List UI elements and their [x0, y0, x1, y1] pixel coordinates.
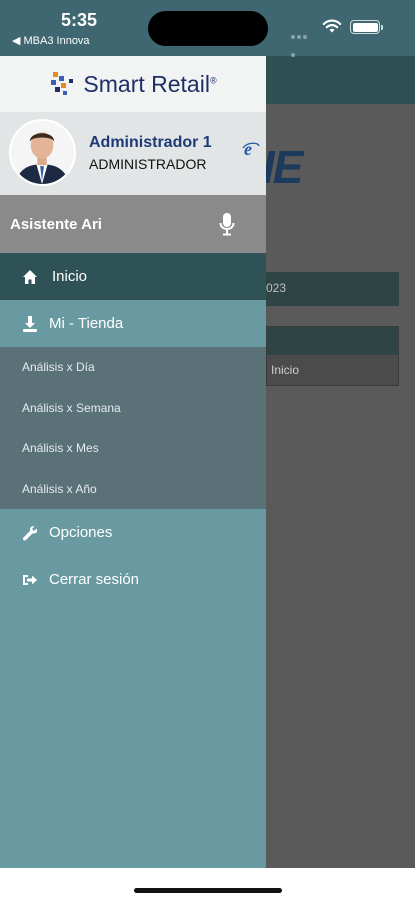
wifi-icon: [322, 19, 342, 33]
menu-item-label: Mi - Tienda: [49, 315, 124, 332]
background-logo: IE: [262, 141, 303, 193]
submenu-item-analisis-semana[interactable]: Análisis x Semana: [0, 388, 266, 429]
menu-item-label: Inicio: [52, 268, 88, 285]
user-profile[interactable]: Administrador 1 ADMINISTRADOR e: [0, 112, 266, 195]
submenu-item-analisis-dia[interactable]: Análisis x Día: [0, 347, 266, 388]
dynamic-island: [148, 11, 268, 46]
menu-item-inicio[interactable]: Inicio: [0, 253, 266, 300]
background-header: [266, 56, 415, 104]
browser-e-icon[interactable]: e: [242, 140, 260, 158]
status-bar: 5:35 ◀ MBA3 Innova: [0, 0, 415, 57]
submenu-mi-tienda: Análisis x Día Análisis x Semana Análisi…: [0, 347, 266, 509]
sign-out-icon: [23, 575, 37, 585]
menu-item-mi-tienda[interactable]: Mi - Tienda: [0, 300, 266, 347]
assistant-label: Asistente Ari: [10, 216, 102, 233]
brand-header: Smart Retail®: [0, 56, 266, 112]
user-name: Administrador 1: [89, 134, 212, 151]
back-to-app-link[interactable]: ◀ MBA3 Innova: [12, 34, 90, 47]
microphone-icon[interactable]: [219, 212, 235, 236]
navigation-drawer: Smart Retail® Administrador 1 ADMINISTRA…: [0, 56, 266, 868]
submenu-item-analisis-ano[interactable]: Análisis x Año: [0, 469, 266, 510]
menu-item-label: Cerrar sesión: [49, 571, 140, 588]
home-icon: [23, 270, 37, 284]
user-role: ADMINISTRADOR: [89, 156, 207, 172]
clock: 5:35: [61, 10, 98, 30]
battery-icon: [350, 20, 383, 34]
menu-item-label: Opciones: [49, 524, 113, 541]
menu-item-cerrar-sesion[interactable]: Cerrar sesión: [0, 556, 266, 603]
background-date-field: 023: [266, 272, 399, 306]
signal-icon: [291, 26, 313, 57]
brand-name: Smart Retail®: [83, 70, 217, 97]
wrench-icon: [22, 526, 38, 541]
home-indicator[interactable]: [134, 888, 282, 893]
svg-text:e: e: [244, 140, 252, 158]
smart-retail-logo-icon: [51, 72, 74, 95]
avatar: [9, 119, 76, 186]
download-icon: [23, 316, 37, 332]
background-card: Inicio: [266, 326, 399, 386]
background-card-text: Inicio: [271, 363, 300, 377]
home-indicator-area: [0, 868, 415, 900]
submenu-item-analisis-mes[interactable]: Análisis x Mes: [0, 428, 266, 469]
assistant-ari[interactable]: Asistente Ari: [0, 195, 266, 253]
menu-item-opciones[interactable]: Opciones: [0, 509, 266, 556]
